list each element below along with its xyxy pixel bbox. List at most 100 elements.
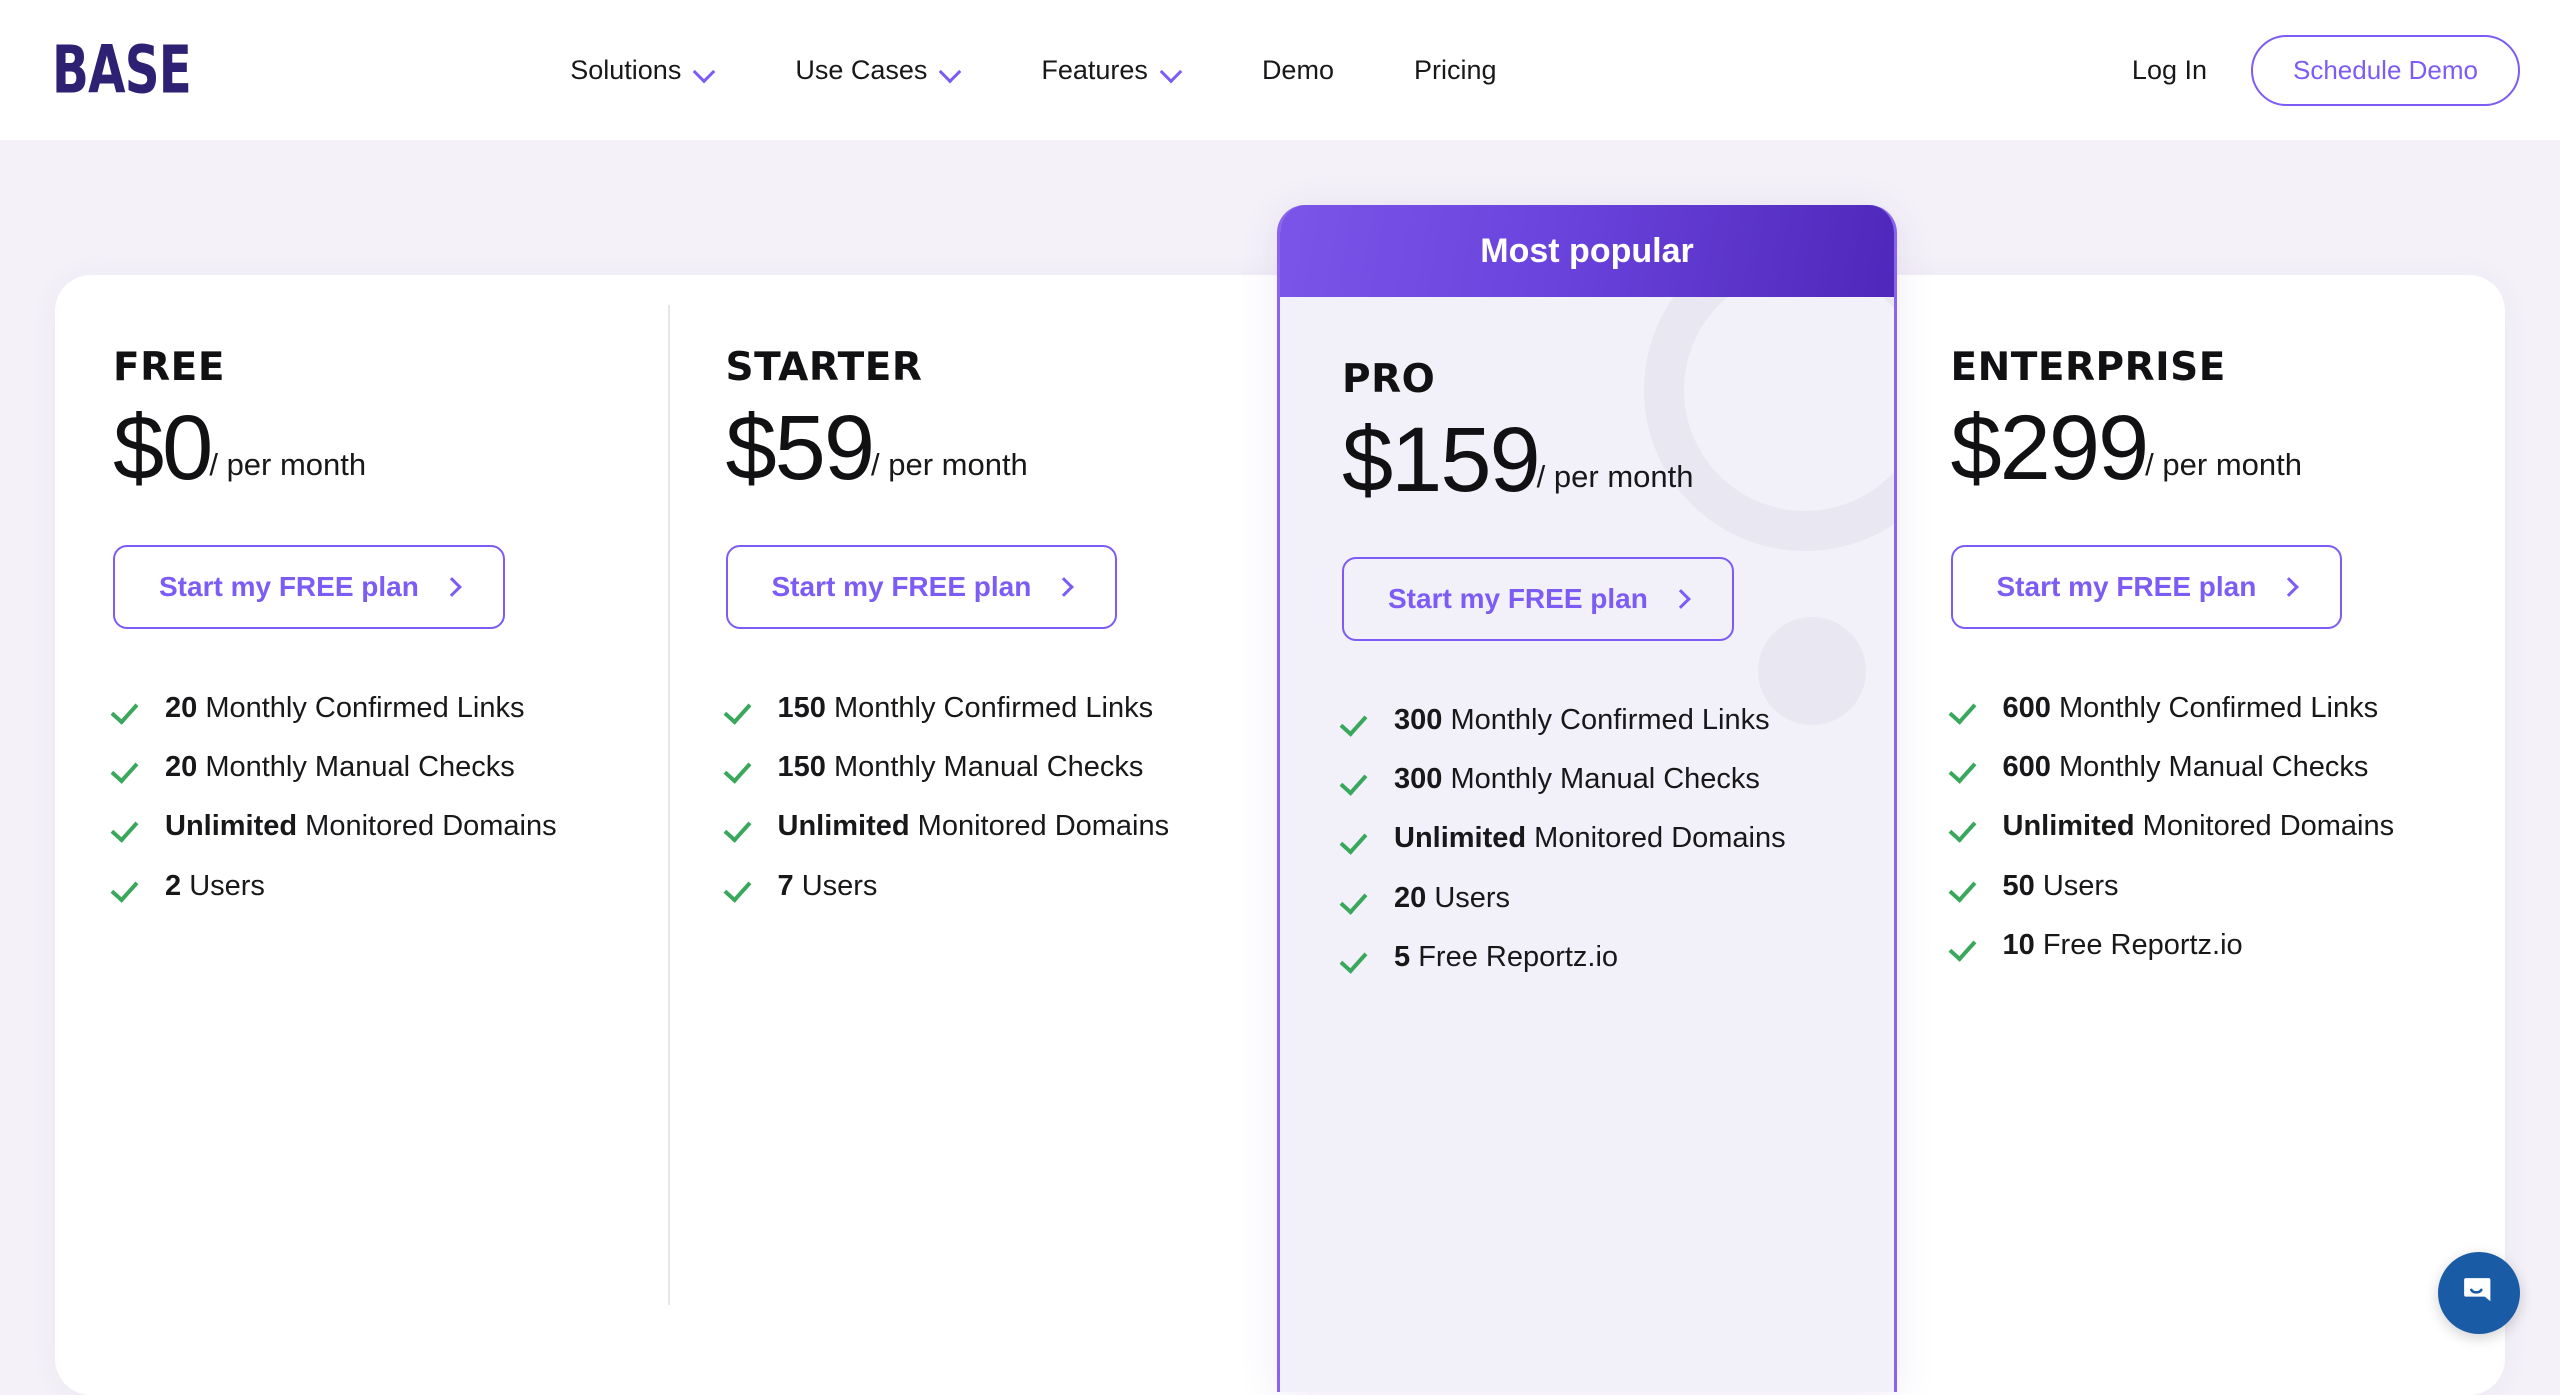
nav-item-use-cases[interactable]: Use Cases	[755, 55, 1001, 86]
nav-label: Solutions	[570, 55, 681, 86]
feature-text: 300 Monthly Manual Checks	[1394, 760, 1760, 799]
check-icon	[1951, 695, 1981, 725]
list-item: 600 Monthly Manual Checks	[1951, 748, 2506, 787]
feature-list: 150 Monthly Confirmed Links 150 Monthly …	[726, 689, 1281, 907]
plan-period: / per month	[1537, 459, 1694, 509]
start-free-plan-button[interactable]: Start my FREE plan	[113, 545, 505, 629]
plan-name: PRO	[1342, 357, 1894, 402]
cta-label: Start my FREE plan	[772, 571, 1032, 603]
feature-text: Unlimited Monitored Domains	[2003, 807, 2395, 846]
check-icon	[113, 813, 143, 843]
plan-name: FREE	[113, 345, 668, 390]
chevron-down-icon	[1162, 64, 1182, 76]
nav-item-features[interactable]: Features	[1001, 55, 1222, 86]
feature-list: 600 Monthly Confirmed Links 600 Monthly …	[1951, 689, 2506, 966]
feature-text: 5 Free Reportz.io	[1394, 938, 1618, 977]
start-free-plan-button[interactable]: Start my FREE plan	[1342, 557, 1734, 641]
check-icon	[1342, 766, 1372, 796]
list-item: 20 Users	[1342, 879, 1894, 918]
list-item: 20 Monthly Confirmed Links	[113, 689, 668, 728]
feature-text: Unlimited Monitored Domains	[1394, 819, 1786, 858]
plan-column-enterprise: ENTERPRISE $299 / per month Start my FRE…	[1893, 275, 2506, 1395]
site-header: BASE Solutions Use Cases Features Demo P…	[0, 0, 2560, 140]
check-icon	[113, 695, 143, 725]
cta-label: Start my FREE plan	[159, 571, 419, 603]
check-icon	[726, 695, 756, 725]
list-item: 20 Monthly Manual Checks	[113, 748, 668, 787]
chevron-right-icon	[1054, 577, 1074, 597]
list-item: Unlimited Monitored Domains	[113, 807, 668, 846]
feature-text: Unlimited Monitored Domains	[165, 807, 557, 846]
header-actions: Log In Schedule Demo	[2132, 35, 2520, 106]
list-item: 150 Monthly Confirmed Links	[726, 689, 1281, 728]
nav-label: Features	[1041, 55, 1148, 86]
feature-text: 7 Users	[778, 867, 878, 906]
feature-text: 600 Monthly Manual Checks	[2003, 748, 2369, 787]
start-free-plan-button[interactable]: Start my FREE plan	[1951, 545, 2343, 629]
plan-column-free: FREE $0 / per month Start my FREE plan 2…	[55, 275, 668, 1395]
plan-price: $159	[1342, 412, 1539, 509]
plan-price: $59	[726, 400, 874, 497]
check-icon	[113, 754, 143, 784]
chevron-right-icon	[442, 577, 462, 597]
check-icon	[1951, 754, 1981, 784]
plan-price: $299	[1951, 400, 2148, 497]
chevron-right-icon	[1671, 589, 1691, 609]
plan-price: $0	[113, 400, 211, 497]
nav-item-pricing[interactable]: Pricing	[1374, 55, 1537, 86]
list-item: Unlimited Monitored Domains	[1342, 819, 1894, 858]
check-icon	[1342, 707, 1372, 737]
feature-text: 10 Free Reportz.io	[2003, 926, 2243, 965]
list-item: 600 Monthly Confirmed Links	[1951, 689, 2506, 728]
chevron-down-icon	[941, 64, 961, 76]
feature-text: 150 Monthly Manual Checks	[778, 748, 1144, 787]
nav-item-demo[interactable]: Demo	[1222, 55, 1374, 86]
plan-period: / per month	[871, 447, 1028, 497]
chat-bubble-icon	[2458, 1272, 2500, 1314]
feature-list: 300 Monthly Confirmed Links 300 Monthly …	[1342, 701, 1894, 978]
check-icon	[1951, 932, 1981, 962]
plan-period: / per month	[2145, 447, 2302, 497]
nav-label: Use Cases	[795, 55, 927, 86]
check-icon	[113, 873, 143, 903]
plan-period: / per month	[209, 447, 366, 497]
list-item: 7 Users	[726, 867, 1281, 906]
nav-item-solutions[interactable]: Solutions	[530, 55, 755, 86]
login-link[interactable]: Log In	[2132, 55, 2207, 86]
check-icon	[1342, 885, 1372, 915]
plan-card-pro-body: PRO $159 / per month Start my FREE plan …	[1280, 297, 1894, 1392]
feature-text: 20 Users	[1394, 879, 1510, 918]
list-item: 150 Monthly Manual Checks	[726, 748, 1281, 787]
list-item: 300 Monthly Manual Checks	[1342, 760, 1894, 799]
list-item: 300 Monthly Confirmed Links	[1342, 701, 1894, 740]
chevron-right-icon	[2279, 577, 2299, 597]
list-item: 5 Free Reportz.io	[1342, 938, 1894, 977]
plan-price-row: $59 / per month	[726, 400, 1281, 497]
base-logo[interactable]: BASE	[52, 37, 191, 103]
list-item: 2 Users	[113, 867, 668, 906]
plan-name: ENTERPRISE	[1951, 345, 2506, 390]
plan-price-row: $0 / per month	[113, 400, 668, 497]
start-free-plan-button[interactable]: Start my FREE plan	[726, 545, 1118, 629]
plan-column-starter: STARTER $59 / per month Start my FREE pl…	[668, 275, 1281, 1395]
feature-text: 300 Monthly Confirmed Links	[1394, 701, 1770, 740]
check-icon	[1342, 825, 1372, 855]
list-item: 50 Users	[1951, 867, 2506, 906]
feature-text: 2 Users	[165, 867, 265, 906]
plan-price-row: $159 / per month	[1342, 412, 1894, 509]
check-icon	[726, 813, 756, 843]
feature-text: 600 Monthly Confirmed Links	[2003, 689, 2379, 728]
schedule-demo-button[interactable]: Schedule Demo	[2251, 35, 2520, 106]
feature-list: 20 Monthly Confirmed Links 20 Monthly Ma…	[113, 689, 668, 907]
most-popular-badge: Most popular	[1280, 205, 1894, 297]
cta-label: Start my FREE plan	[1388, 583, 1648, 615]
plan-name: STARTER	[726, 345, 1281, 390]
nav-label: Pricing	[1414, 55, 1497, 86]
cta-label: Start my FREE plan	[1997, 571, 2257, 603]
check-icon	[1951, 873, 1981, 903]
main-navigation: Solutions Use Cases Features Demo Pricin…	[530, 55, 1536, 86]
chat-launcher-button[interactable]	[2438, 1252, 2520, 1334]
check-icon	[1951, 813, 1981, 843]
list-item: Unlimited Monitored Domains	[726, 807, 1281, 846]
check-icon	[726, 754, 756, 784]
